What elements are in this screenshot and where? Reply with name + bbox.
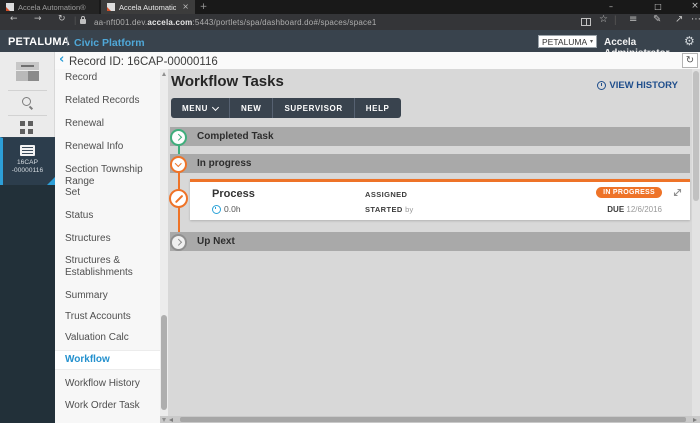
tab-title: Accela Automation® xyxy=(119,2,177,12)
started-by: by xyxy=(405,205,414,214)
web-note-icon[interactable]: ✎ xyxy=(653,15,661,25)
scroll-left-arrow-icon[interactable] xyxy=(169,417,173,422)
more-actions-icon[interactable]: ⋯ xyxy=(691,15,700,25)
menu-item-trust-accounts[interactable]: Trust Accounts xyxy=(55,308,160,326)
forward-icon[interactable]: → xyxy=(34,15,42,24)
launchpad-icon[interactable] xyxy=(16,62,39,70)
section-up-next[interactable]: Up Next xyxy=(170,232,690,251)
menu-scrollbar-thumb[interactable] xyxy=(161,315,167,410)
task-name: Process xyxy=(212,188,255,200)
agency-brand: PETALUMA xyxy=(8,36,70,48)
accela-favicon xyxy=(6,3,14,11)
record-tab-line1: 16CAP xyxy=(16,159,39,166)
tab-close-icon[interactable]: × xyxy=(182,3,189,11)
expand-icon[interactable] xyxy=(672,187,683,198)
scroll-right-arrow-icon[interactable] xyxy=(693,417,697,422)
scroll-up-arrow-icon[interactable] xyxy=(162,72,166,76)
record-refresh-button[interactable]: ↻ xyxy=(682,53,698,68)
favorites-star-icon[interactable]: ☆ xyxy=(599,15,608,25)
divider xyxy=(8,115,47,116)
menu-item-related-records[interactable]: Related Records xyxy=(55,92,160,110)
reading-view-icon[interactable] xyxy=(581,18,591,26)
due-date: DUE 12/6/2016 xyxy=(607,205,662,214)
record-id-label: Record ID: 16CAP-00000116 xyxy=(69,56,218,68)
browser-tab-active[interactable]: Accela Automation® × xyxy=(101,0,195,14)
chevron-down-icon xyxy=(175,160,182,167)
divider: | xyxy=(614,15,617,26)
completed-task-node-icon[interactable] xyxy=(170,129,187,146)
agency-select-value: PETALUMA xyxy=(542,36,588,47)
task-card[interactable]: Process 0.0h ASSIGNED STARTED by IN PROG… xyxy=(190,179,690,220)
record-document-icon xyxy=(20,145,35,156)
agency-select[interactable]: PETALUMA ▾ xyxy=(538,35,597,48)
search-icon[interactable] xyxy=(22,97,31,106)
menu-item-workflow-history[interactable]: Workflow History xyxy=(55,375,160,393)
menu-item-renewal-info[interactable]: Renewal Info xyxy=(55,138,160,156)
up-next-node-icon[interactable] xyxy=(170,234,187,251)
workflow-toolbar: MENU NEW SUPERVISOR HELP xyxy=(171,98,401,118)
record-tab-corner xyxy=(47,177,55,185)
divider: | xyxy=(74,15,77,25)
new-tab-button[interactable]: + xyxy=(197,1,210,13)
product-name: Civic Platform xyxy=(74,36,145,49)
section-in-progress[interactable]: In progress xyxy=(170,154,690,173)
browser-tab-inactive[interactable]: Accela Automation® xyxy=(0,0,99,14)
supervisor-button[interactable]: SUPERVISOR xyxy=(273,98,355,118)
section-completed-task[interactable]: Completed Task xyxy=(170,127,690,146)
menu-item-set[interactable]: Set xyxy=(55,184,160,202)
clock-icon xyxy=(212,204,221,214)
divider: | xyxy=(66,36,69,47)
new-button[interactable]: NEW xyxy=(230,98,274,118)
history-clock-icon xyxy=(597,81,607,90)
launchpad-icon xyxy=(16,71,28,81)
apps-grid-icon[interactable] xyxy=(20,121,34,134)
started-label: STARTED by xyxy=(365,205,414,214)
menu-item-workflow[interactable]: Workflow xyxy=(55,350,160,370)
menu-item-status[interactable]: Status xyxy=(55,207,160,225)
gear-icon[interactable]: ⚙ xyxy=(684,35,695,47)
chevron-right-icon xyxy=(175,134,182,141)
view-history-link[interactable]: VIEW HISTORY xyxy=(597,80,678,91)
menu-item-record[interactable]: Record xyxy=(55,69,160,87)
window-close-button[interactable]: × xyxy=(685,0,700,14)
record-tab-line2: -00000116 xyxy=(11,167,44,174)
window-maximize-button[interactable]: □ xyxy=(648,0,668,14)
scroll-down-arrow-icon[interactable] xyxy=(162,418,166,422)
lock-icon xyxy=(80,16,86,24)
menu-item-work-order-task[interactable]: Work Order Task xyxy=(55,397,160,415)
launchpad-icon xyxy=(28,71,39,81)
back-icon[interactable]: ← xyxy=(10,15,18,24)
task-hours: 0.0h xyxy=(212,204,241,214)
help-button[interactable]: HELP xyxy=(355,98,401,118)
browser-window: Accela Automation® Accela Automation® × … xyxy=(0,0,700,423)
chevron-right-icon xyxy=(175,239,182,246)
status-badge: IN PROGRESS xyxy=(596,187,662,198)
address-field[interactable]: aa-nft001.dev.accela.com:5443/portlets/s… xyxy=(94,18,377,27)
divider xyxy=(8,90,47,91)
share-icon[interactable]: ↗ xyxy=(675,15,683,25)
assigned-label: ASSIGNED xyxy=(365,190,408,199)
task-pencil-node-icon[interactable] xyxy=(169,189,188,208)
page-title: Workflow Tasks xyxy=(171,73,284,90)
hub-icon[interactable]: ≡ xyxy=(629,15,637,25)
window-minimize-button[interactable]: – xyxy=(601,0,621,14)
accela-favicon xyxy=(107,3,115,11)
menu-item-valuation-calc[interactable]: Valuation Calc xyxy=(55,329,160,347)
chevron-down-icon: ▾ xyxy=(589,37,593,45)
horizontal-scrollbar-thumb[interactable] xyxy=(180,417,686,422)
in-progress-node-icon[interactable] xyxy=(170,156,187,173)
menu-button[interactable]: MENU xyxy=(171,98,230,118)
menu-item-summary[interactable]: Summary xyxy=(55,287,160,305)
pencil-icon xyxy=(174,194,183,203)
record-menu: Record Related Records Renewal Renewal I… xyxy=(55,69,160,423)
record-back-chevron-icon[interactable]: ‹ xyxy=(59,53,64,66)
chevron-down-icon xyxy=(211,103,220,111)
vertical-scrollbar-thumb[interactable] xyxy=(693,71,699,201)
menu-item-renewal[interactable]: Renewal xyxy=(55,115,160,133)
menu-item-structures[interactable]: Structures xyxy=(55,230,160,248)
refresh-icon[interactable]: ↻ xyxy=(58,15,66,24)
menu-item-structures-establishments[interactable]: Structures & Establishments xyxy=(55,252,160,281)
tab-title: Accela Automation® xyxy=(18,2,86,12)
